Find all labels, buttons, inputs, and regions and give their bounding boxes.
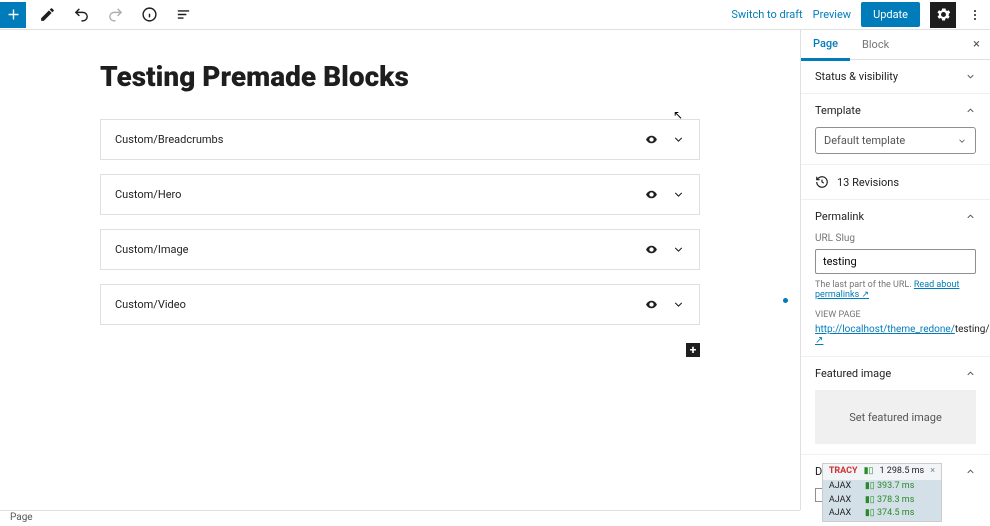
more-options-button[interactable] bbox=[966, 4, 984, 26]
tracy-brand: TRACY bbox=[829, 466, 858, 478]
permalink-url[interactable]: http://localhost/theme_redone/testing/ ↗ bbox=[815, 324, 976, 346]
permalink-help-text: The last part of the URL. Read about per… bbox=[815, 280, 976, 300]
unsaved-indicator-dot bbox=[783, 298, 788, 303]
block-row[interactable]: Custom/Image bbox=[100, 229, 700, 270]
tracy-row[interactable]: AJAX▮▯ 378.3 ms bbox=[823, 494, 941, 508]
switch-to-draft-link[interactable]: Switch to draft bbox=[731, 8, 802, 21]
editor-canvas[interactable]: Testing Premade Blocks Custom/Breadcrumb… bbox=[0, 30, 800, 510]
tracy-row[interactable]: AJAX▮▯ 393.7 ms bbox=[823, 480, 941, 494]
visibility-icon[interactable] bbox=[645, 133, 658, 146]
url-slug-label: URL Slug bbox=[815, 233, 976, 244]
editor-footer-breadcrumb: Page bbox=[0, 510, 800, 526]
panel-template[interactable]: Template bbox=[815, 104, 976, 117]
panel-status-visibility[interactable]: Status & visibility bbox=[815, 70, 976, 83]
add-block-button[interactable] bbox=[0, 2, 26, 28]
template-select[interactable]: Default template bbox=[815, 127, 976, 154]
view-page-label: VIEW PAGE bbox=[815, 310, 976, 320]
undo-button[interactable] bbox=[68, 2, 94, 28]
block-name: Custom/Hero bbox=[115, 188, 181, 201]
visibility-icon[interactable] bbox=[645, 188, 658, 201]
settings-button[interactable] bbox=[930, 2, 956, 28]
tracy-debug-bar[interactable]: TRACY ▮▯1 298.5 ms× AJAX▮▯ 393.7 msAJAX▮… bbox=[822, 463, 942, 522]
info-button[interactable] bbox=[136, 2, 162, 28]
chevron-up-icon bbox=[965, 368, 976, 379]
preview-button[interactable]: Preview bbox=[813, 8, 851, 21]
url-slug-input[interactable] bbox=[815, 249, 976, 274]
chevron-up-icon bbox=[965, 211, 976, 222]
append-block-button[interactable]: + bbox=[686, 343, 700, 357]
edit-mode-icon[interactable] bbox=[34, 2, 60, 28]
settings-sidebar: Page Block × Status & visibility Templat… bbox=[800, 30, 990, 510]
chevron-down-icon[interactable] bbox=[672, 188, 685, 201]
editor-top-toolbar: Switch to draft Preview Update bbox=[0, 0, 990, 30]
redo-button[interactable] bbox=[102, 2, 128, 28]
block-row[interactable]: Custom/Hero bbox=[100, 174, 700, 215]
block-name: Custom/Breadcrumbs bbox=[115, 133, 223, 146]
chevron-down-icon bbox=[957, 136, 967, 146]
panel-permalink[interactable]: Permalink bbox=[815, 210, 976, 223]
chevron-down-icon[interactable] bbox=[672, 243, 685, 256]
revisions-link[interactable]: 13 Revisions bbox=[801, 165, 990, 200]
block-row[interactable]: Custom/Video bbox=[100, 284, 700, 325]
chevron-up-icon bbox=[965, 105, 976, 116]
chevron-down-icon bbox=[965, 71, 976, 82]
panel-featured-image[interactable]: Featured image bbox=[815, 367, 976, 380]
tab-page[interactable]: Page bbox=[801, 30, 850, 61]
tab-block[interactable]: Block bbox=[850, 30, 901, 59]
chevron-down-icon[interactable] bbox=[672, 133, 685, 146]
visibility-icon[interactable] bbox=[645, 298, 658, 311]
update-button[interactable]: Update bbox=[861, 2, 920, 27]
block-name: Custom/Image bbox=[115, 243, 188, 256]
history-icon bbox=[815, 175, 829, 189]
block-name: Custom/Video bbox=[115, 298, 186, 311]
page-title[interactable]: Testing Premade Blocks bbox=[100, 60, 700, 93]
visibility-icon[interactable] bbox=[645, 243, 658, 256]
block-row[interactable]: Custom/Breadcrumbs bbox=[100, 119, 700, 160]
chevron-up-icon bbox=[965, 466, 976, 477]
tracy-row[interactable]: AJAX▮▯ 374.5 ms bbox=[823, 507, 941, 521]
set-featured-image[interactable]: Set featured image bbox=[815, 390, 976, 444]
list-view-button[interactable] bbox=[170, 2, 196, 28]
close-sidebar-button[interactable]: × bbox=[973, 37, 980, 52]
chevron-down-icon[interactable] bbox=[672, 298, 685, 311]
